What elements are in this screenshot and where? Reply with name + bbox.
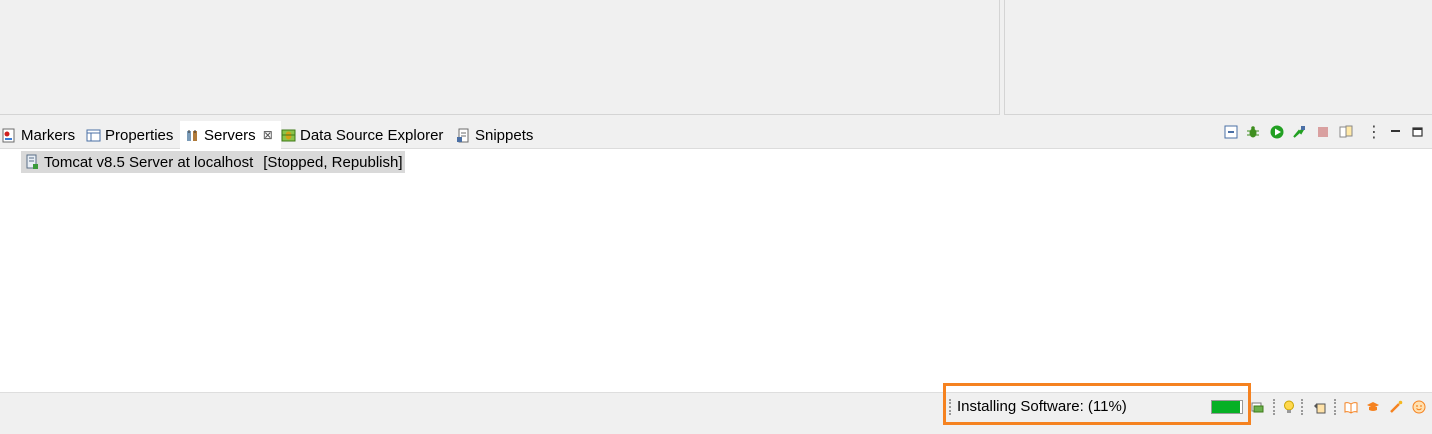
progress-view-icon[interactable]: [1251, 400, 1265, 414]
start-server-icon[interactable]: [1270, 125, 1284, 139]
status-separator: [1301, 399, 1303, 415]
status-separator: [1334, 399, 1336, 415]
collapse-all-icon[interactable]: [1224, 125, 1238, 139]
server-state: [Stopped, Republish]: [263, 153, 403, 171]
server-row[interactable]: Tomcat v8.5 Server at localhost [Stopped…: [21, 151, 405, 173]
markers-icon: [2, 128, 17, 143]
tip-bulb-icon[interactable]: [1282, 400, 1296, 414]
outline-area: [1004, 0, 1432, 115]
servers-list: Tomcat v8.5 Server at localhost [Stopped…: [0, 149, 1432, 392]
tab-properties[interactable]: Properties: [86, 121, 173, 149]
tab-label: Markers: [21, 126, 76, 144]
tab-label: Servers: [204, 126, 256, 144]
tab-label: Data Source Explorer: [300, 126, 444, 144]
tab-servers[interactable]: Servers ⊠: [180, 121, 281, 149]
servers-icon: [185, 128, 200, 143]
tab-snippets[interactable]: Snippets: [456, 121, 533, 149]
restore-icon[interactable]: [1312, 400, 1326, 414]
graduation-cap-icon[interactable]: [1366, 400, 1380, 414]
smiley-icon[interactable]: [1412, 400, 1426, 414]
server-name: Tomcat v8.5 Server at localhost: [44, 153, 254, 171]
debug-server-icon[interactable]: [1246, 125, 1260, 139]
editor-area: [0, 0, 1000, 115]
stop-server-icon[interactable]: [1316, 125, 1330, 139]
progress-highlight-box: [943, 383, 1251, 425]
tab-label: Snippets: [475, 126, 534, 144]
tab-label: Properties: [105, 126, 174, 144]
close-icon[interactable]: ⊠: [263, 128, 273, 142]
view-tab-bar: Markers Properties Servers ⊠ Data Source…: [0, 121, 1432, 149]
magic-wand-icon[interactable]: [1389, 400, 1403, 414]
properties-icon: [86, 128, 101, 143]
profile-server-icon[interactable]: [1292, 125, 1306, 139]
status-separator: [1273, 399, 1275, 415]
tab-data-source-explorer[interactable]: Data Source Explorer: [281, 121, 443, 149]
data-source-explorer-icon: [281, 128, 296, 143]
minimize-icon[interactable]: [1389, 125, 1403, 139]
view-menu-icon[interactable]: ⋮: [1366, 122, 1382, 141]
tab-markers[interactable]: Markers: [2, 121, 75, 149]
publish-icon[interactable]: [1339, 125, 1353, 139]
book-icon[interactable]: [1344, 400, 1358, 414]
maximize-icon[interactable]: [1411, 125, 1425, 139]
server-icon: [24, 154, 40, 170]
snippets-icon: [456, 128, 471, 143]
